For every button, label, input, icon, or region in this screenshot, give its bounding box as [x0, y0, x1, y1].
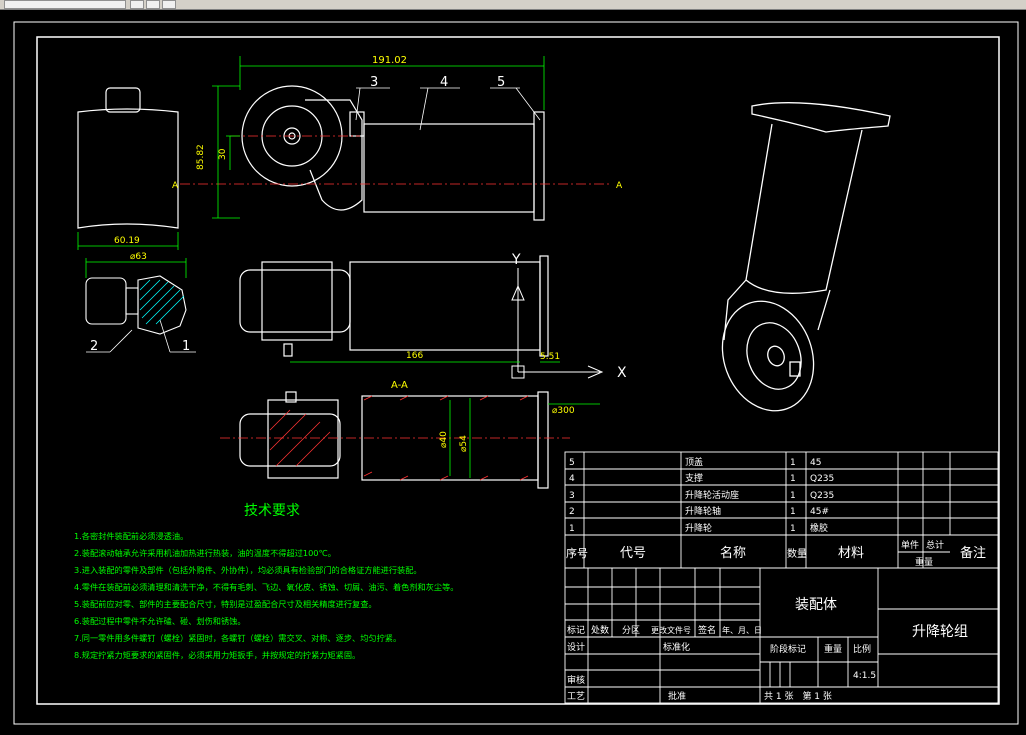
bom-cell: 45: [810, 458, 821, 468]
bom-cell: 4: [569, 474, 575, 484]
toolbar-button[interactable]: [146, 0, 160, 9]
dim-overall-length: 191.02: [372, 55, 407, 66]
section-hatch: [269, 395, 529, 481]
toolbar-combo[interactable]: [4, 0, 126, 9]
tech-title: 技术要求: [244, 503, 300, 519]
dim-width: 60.19: [114, 236, 140, 246]
dim-flange: ⌀300: [552, 406, 575, 416]
bom-cell: 1: [569, 524, 575, 534]
balloon-3: 3: [370, 75, 378, 90]
bom-header-qty: 数量: [787, 547, 807, 560]
bom-cell: 橡胶: [810, 522, 828, 534]
dim-height-b: 30: [218, 148, 228, 160]
dim-dia-c: ⌀54: [459, 435, 469, 452]
tb-scale-label: 比例: [853, 643, 871, 655]
bom-rows: 5 顶盖 1 45 4 支撑 1 Q235 3 升降轮活动座 1 Q235 2 …: [569, 456, 834, 534]
bom-header-total: 总计: [926, 539, 944, 551]
bom-cell: Q235: [810, 474, 834, 484]
bom-header-code: 代号: [620, 546, 646, 561]
tb-mark: 标记: [567, 624, 585, 636]
tb-standard: 标准化: [663, 641, 690, 653]
bom-cell: 顶盖: [685, 456, 703, 468]
toolbar-button[interactable]: [130, 0, 144, 9]
balloon-4: 4: [440, 75, 448, 90]
bom-cell: 3: [569, 491, 575, 501]
tb-sign: 签名: [698, 624, 716, 636]
dim-height-a: 85.82: [196, 144, 206, 170]
axis-y-label: Y: [511, 252, 521, 268]
bom-cell: 1: [790, 474, 796, 484]
section-mark-left: A: [172, 181, 179, 191]
dim-hub-dia: ⌀63: [130, 252, 147, 262]
tb-process: 工艺: [567, 691, 585, 702]
drawing-type: 装配体: [795, 597, 837, 613]
tb-date: 年、月、日: [722, 625, 762, 635]
cad-drawing-canvas[interactable]: 60.19 191.02 85.82 30 A A 3 4 5 2 1 ⌀63 …: [0, 10, 1026, 735]
bom-cell: 升降轮: [685, 522, 712, 534]
tech-item: 3.进入装配的零件及部件（包括外购件、外协件），均必须具有检验部门的合格证方能进…: [74, 565, 422, 575]
bom-cell: Q235: [810, 491, 834, 501]
tb-zone: 分区: [622, 625, 640, 636]
bom-cell: 升降轮活动座: [685, 489, 739, 501]
bom-cell: 升降轮轴: [685, 505, 721, 517]
tech-item: 1.各密封件装配前必须浸透油。: [74, 531, 188, 541]
tech-item: 6.装配过程中零件不允许磕、碰、划伤和锈蚀。: [74, 616, 246, 626]
section-mark-right: A: [616, 181, 623, 191]
tb-sheet: 共 1 张 第 1 张: [764, 690, 832, 702]
side-view: [77, 87, 179, 229]
bom-cell: 45#: [810, 507, 829, 517]
front-view-centerlines: [180, 135, 610, 185]
dim-offset: 5.51: [540, 352, 560, 362]
bom-cell: 1: [790, 491, 796, 501]
bom-header-no: 序号: [566, 546, 588, 560]
section-label: A-A: [391, 380, 408, 391]
toolbar-button[interactable]: [162, 0, 176, 9]
tb-scale: 4:1.5: [853, 671, 876, 681]
bom-cell: 1: [790, 507, 796, 517]
tb-design: 设计: [567, 641, 585, 653]
tech-item: 8.规定拧紧力矩要求的紧固件，必须采用力矩扳手，并按规定的拧紧力矩紧固。: [74, 650, 360, 660]
balloon-5: 5: [497, 75, 505, 90]
bom-header-name: 名称: [720, 545, 746, 561]
axis-x-label: X: [617, 365, 627, 381]
bom-header-single: 单件: [901, 539, 919, 551]
bom-cell: 5: [569, 458, 575, 468]
drawing-title: 升降轮组: [912, 624, 968, 640]
section-view: [239, 391, 549, 489]
bom-header-weight: 重量: [915, 556, 933, 568]
tb-stage: 阶段标记: [770, 643, 806, 655]
bom-cell: 1: [790, 458, 796, 468]
tech-item: 5.装配前应对零、部件的主要配合尺寸，特别是过盈配合尺寸及相关精度进行复查。: [74, 599, 377, 609]
dim-dia-b: ⌀40: [439, 431, 449, 448]
bom-cell: 2: [569, 507, 575, 517]
tb-count: 处数: [591, 624, 609, 636]
balloon-2: 2: [90, 339, 98, 354]
tb-change-doc: 更改文件号: [651, 625, 691, 635]
tb-approve: 批准: [668, 690, 686, 702]
isometric-view: [721, 102, 891, 412]
tech-item: 4.零件在装配前必须清理和清洗干净，不得有毛刺、飞边、氧化皮、锈蚀、切屑、油污、…: [74, 582, 458, 592]
bom-header-material: 材料: [838, 546, 864, 561]
bom-cell: 支撑: [685, 472, 703, 484]
bom-header-remark: 备注: [960, 545, 986, 561]
dim-length-b: 166: [406, 351, 423, 361]
leader-lines: [86, 87, 541, 353]
front-view: [241, 85, 545, 221]
tb-weight: 重量: [824, 643, 842, 655]
tech-item: 7.同一零件用多件螺钉（螺栓）紧固时，各螺钉（螺栓）需交叉、对称、逐步、均匀拧紧…: [74, 633, 401, 643]
tech-item: 2.装配滚动轴承允许采用机油加热进行热装，油的温度不得超过100℃。: [74, 548, 336, 558]
tech-list: 1.各密封件装配前必须浸透油。 2.装配滚动轴承允许采用机油加热进行热装，油的温…: [74, 531, 458, 660]
top-view: [239, 255, 549, 357]
balloon-1: 1: [182, 339, 190, 354]
toolbar-strip: [0, 0, 1026, 10]
bom-cell: 1: [790, 524, 796, 534]
tb-review: 审核: [567, 674, 585, 686]
hub-detail: [85, 275, 187, 335]
